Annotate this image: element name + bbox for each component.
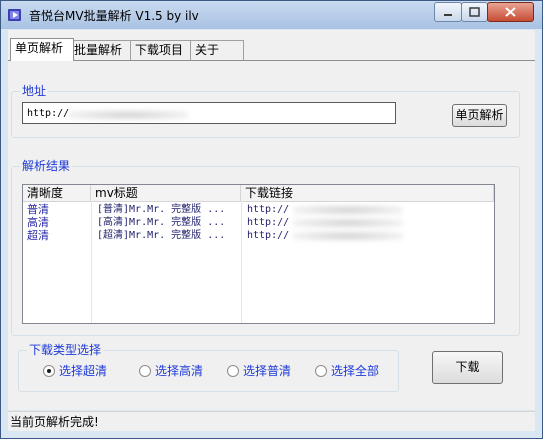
radio-label: 选择全部 <box>331 364 380 378</box>
cell-title: [超清]Mr.Mr. 完整版 ... <box>97 230 226 241</box>
table-row[interactable]: 普清 [普清]Mr.Mr. 完整版 ... http:// <box>23 203 494 216</box>
radio-label: 选择高清 <box>155 364 204 378</box>
radio-indicator <box>315 365 327 377</box>
tab-batch-parse[interactable]: 批量解析 <box>69 40 133 60</box>
address-legend: 地址 <box>20 84 49 98</box>
redacted-link <box>293 218 403 228</box>
app-window: 音悦台MV批量解析 V1.5 by ilv 单页解析 批量解析 下载项目 关于 … <box>0 0 543 439</box>
radio-label: 选择超清 <box>59 364 108 378</box>
cell-title: [普清]Mr.Mr. 完整版 ... <box>97 204 226 215</box>
table-row[interactable]: 高清 [高清]Mr.Mr. 完整版 ... http:// <box>23 216 494 229</box>
window-title: 音悦台MV批量解析 V1.5 by ilv <box>29 9 199 23</box>
results-group: 解析结果 清晰度 mv标题 下载链接 普清 [普清]Mr.Mr. 完整版 ...… <box>11 159 520 336</box>
status-bar: 当前页解析完成! <box>8 411 535 431</box>
results-list[interactable]: 清晰度 mv标题 下载链接 普清 [普清]Mr.Mr. 完整版 ... http… <box>22 184 495 324</box>
single-parse-page: 地址 http:// 单页解析 解析结果 清晰度 mv标题 下载链接 普清 [普… <box>8 60 535 410</box>
radio-indicator <box>139 365 151 377</box>
app-icon <box>8 9 21 21</box>
cell-title: [高清]Mr.Mr. 完整版 ... <box>97 217 226 228</box>
column-header-quality[interactable]: 清晰度 <box>23 185 91 201</box>
column-header-title[interactable]: mv标题 <box>91 185 241 201</box>
cell-quality: 普清 <box>27 203 49 216</box>
close-button[interactable] <box>487 2 534 22</box>
results-legend: 解析结果 <box>20 159 73 173</box>
download-button[interactable]: 下载 <box>432 351 503 384</box>
download-type-group: 下载类型选择 选择超清 选择高清 选择普清 选择全部 <box>18 343 399 392</box>
list-header: 清晰度 mv标题 下载链接 <box>23 185 494 202</box>
tab-single-parse[interactable]: 单页解析 <box>10 38 74 61</box>
address-group: 地址 http:// 单页解析 <box>11 84 520 138</box>
single-parse-button[interactable]: 单页解析 <box>452 104 507 127</box>
radio-label: 选择普清 <box>243 364 292 378</box>
tab-about[interactable]: 关于 <box>190 40 244 60</box>
radio-indicator <box>227 365 239 377</box>
client-area: 单页解析 批量解析 下载项目 关于 地址 http:// 单页解析 解析结果 清… <box>8 30 535 410</box>
maximize-button[interactable] <box>461 2 488 22</box>
download-type-legend: 下载类型选择 <box>27 343 104 357</box>
redacted-link <box>293 205 403 215</box>
maximize-icon <box>469 7 480 17</box>
redacted-link <box>293 231 403 241</box>
redacted-url <box>68 110 188 120</box>
column-header-link[interactable]: 下载链接 <box>241 185 494 201</box>
radio-selected-indicator <box>43 365 55 377</box>
cell-quality: 超清 <box>27 229 49 242</box>
tab-download-items[interactable]: 下载项目 <box>130 40 194 60</box>
table-row[interactable]: 超清 [超清]Mr.Mr. 完整版 ... http:// <box>23 229 494 242</box>
minimize-icon <box>444 14 452 16</box>
cell-quality: 高清 <box>27 216 49 229</box>
minimize-button[interactable] <box>434 2 462 22</box>
tab-strip: 单页解析 批量解析 下载项目 关于 <box>8 38 535 61</box>
close-icon <box>505 7 516 17</box>
title-bar[interactable]: 音悦台MV批量解析 V1.5 by ilv <box>1 1 542 29</box>
